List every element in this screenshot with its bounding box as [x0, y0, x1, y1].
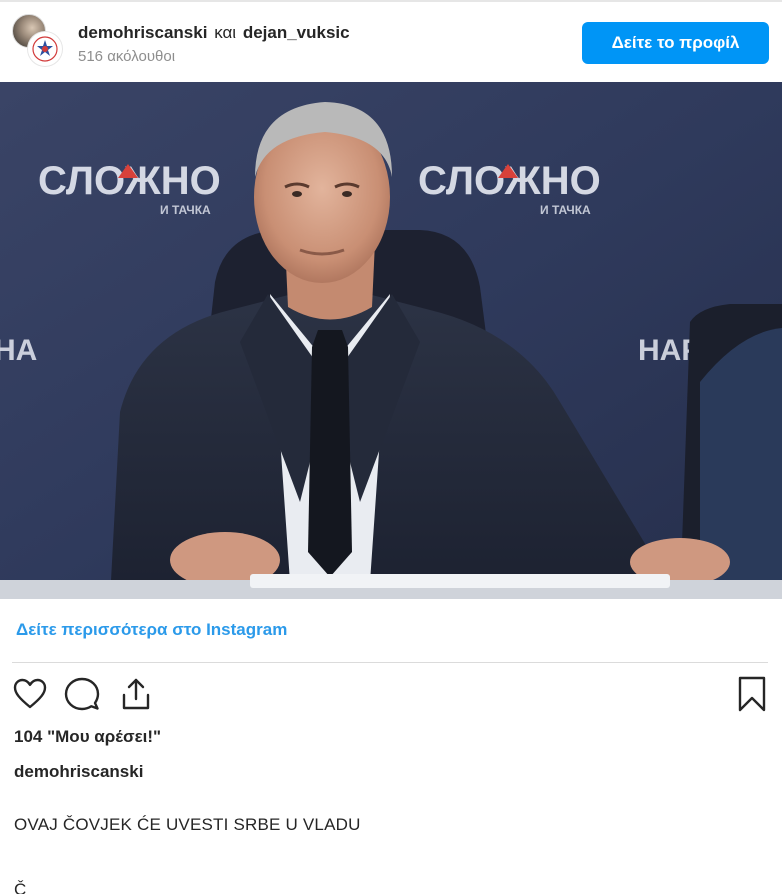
post-photo[interactable]: СЛОЖНО И ТАЧКА СЛОЖНО И ТАЧКА НА НАР [0, 82, 782, 599]
caption-overflow-text: Č [14, 880, 27, 894]
action-bar [0, 674, 782, 716]
backdrop-logo-left: СЛОЖНО [38, 159, 221, 203]
party-logo-icon [32, 36, 58, 62]
header-usernames: demohriscanski και dejan_vuksic [78, 22, 350, 44]
followers-count: 516 ακόλουθοι [78, 48, 176, 65]
share-icon[interactable] [116, 674, 156, 714]
collab-avatars[interactable] [12, 14, 68, 70]
post-image: СЛОЖНО И ТАЧКА СЛОЖНО И ТАЧКА НА НАР [0, 82, 782, 599]
backdrop-logo-right: СЛОЖНО [418, 159, 601, 203]
comment-icon[interactable] [62, 674, 102, 714]
backdrop-edge-left: НА [0, 334, 37, 367]
divider [12, 662, 768, 663]
caption-username[interactable]: demohriscanski [14, 762, 143, 782]
username-primary[interactable]: demohriscanski [78, 23, 207, 42]
likes-count[interactable]: 104 "Μου αρέσει!" [14, 727, 161, 747]
heart-icon[interactable] [10, 674, 50, 714]
backdrop-sub-left: И ТАЧКА [160, 203, 211, 217]
view-more-on-instagram-link[interactable]: Δείτε περισσότερα στο Instagram [16, 620, 287, 640]
avatar-logo-badge[interactable] [28, 32, 62, 66]
view-profile-button[interactable]: Δείτε το προφίλ [582, 22, 769, 64]
username-secondary[interactable]: dejan_vuksic [243, 23, 350, 42]
bookmark-icon[interactable] [732, 674, 772, 714]
backdrop-sub-right: И ТАЧКА [540, 203, 591, 217]
caption-text: OVAJ ČOVJEK ĆE UVESTI SRBE U VLADU [14, 815, 361, 834]
post-header: demohriscanski και dejan_vuksic 516 ακόλ… [0, 2, 782, 80]
collab-connector: και [214, 23, 237, 42]
